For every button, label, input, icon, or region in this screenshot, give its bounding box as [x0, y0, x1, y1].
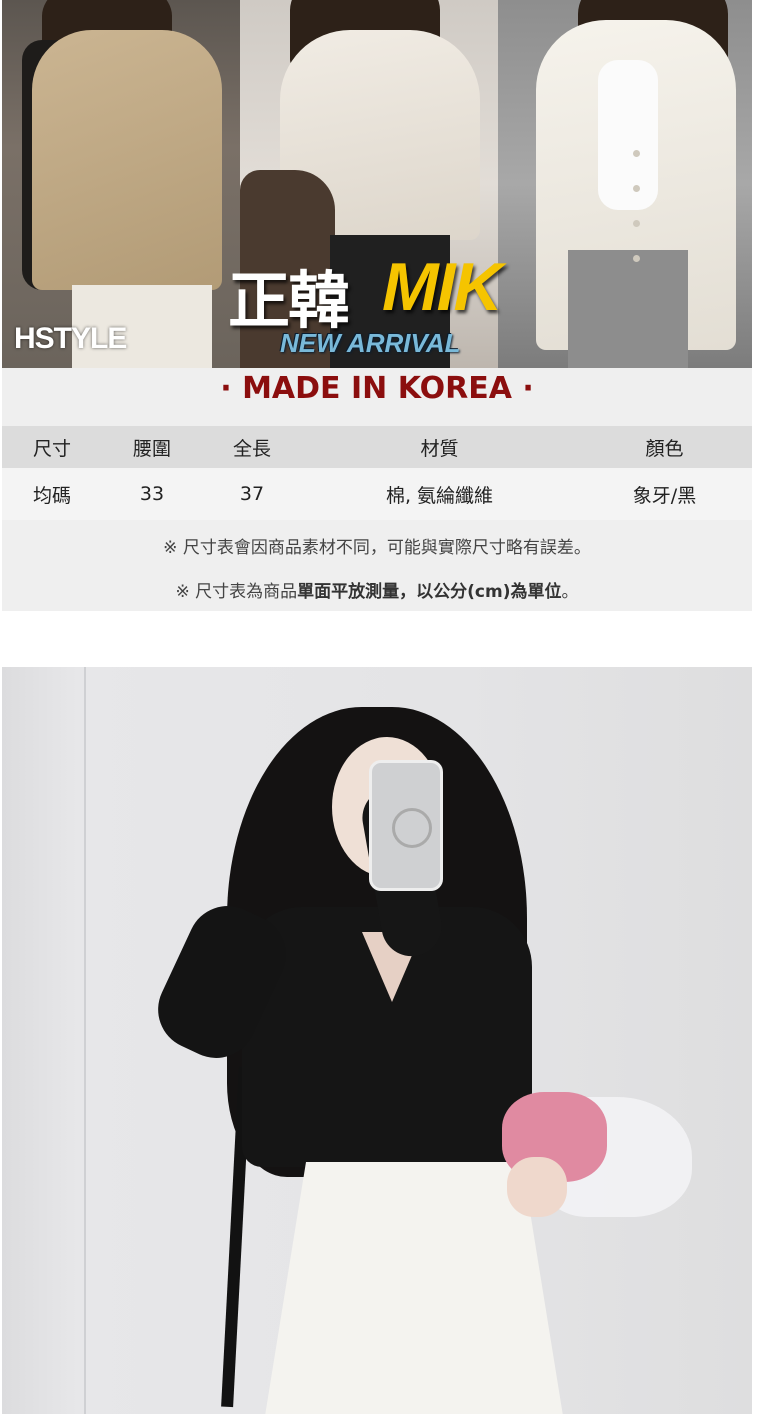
header-waist: 腰圍	[102, 426, 202, 468]
table-row: 均碼 33 37 棉, 氨綸纖維 象牙/黑	[2, 468, 752, 520]
photo-beige-vest	[2, 0, 240, 368]
banner-subtitle: NEW ARRIVAL	[280, 328, 461, 358]
banner-title-zh: 正韓	[228, 264, 350, 337]
cell-length: 37	[202, 468, 302, 520]
note-tolerance: ※ 尺寸表會因商品素材不同，可能與實際尺寸略有誤差。	[163, 538, 591, 558]
brand-logo: HSTYLE	[14, 322, 127, 355]
banner-title-en: MIK	[382, 249, 503, 325]
photo-ivory-cardigan	[498, 0, 752, 368]
cell-waist: 33	[102, 468, 202, 520]
note-measurement-suffix: 。	[561, 582, 579, 602]
note-measurement: ※ 尺寸表為商品單面平放測量，以公分(cm)為單位。	[2, 577, 752, 602]
table-header-row: 尺寸 腰圍 全長 材質 顏色	[2, 426, 752, 468]
cell-size: 均碼	[2, 468, 102, 520]
product-detail: HSTYLE 正韓 MIK NEW ARRIVAL · MADE IN KORE…	[2, 0, 752, 611]
header-length: 全長	[202, 426, 302, 468]
header-material: 材質	[302, 426, 577, 468]
model-photo	[2, 667, 752, 1414]
cell-color: 象牙/黑	[577, 468, 752, 520]
cell-material: 棉, 氨綸纖維	[302, 468, 577, 520]
header-color: 顏色	[577, 426, 752, 468]
header-size: 尺寸	[2, 426, 102, 468]
phone-image	[369, 760, 443, 891]
size-spec-table: 尺寸 腰圍 全長 材質 顏色 均碼 33 37 棉, 氨綸纖維 象牙/黑	[2, 426, 752, 520]
note-measurement-prefix: ※ 尺寸表為商品	[175, 582, 298, 602]
note-measurement-bold: 單面平放測量，以公分(cm)為單位	[297, 582, 562, 602]
size-notes: ※ 尺寸表會因商品素材不同，可能與實際尺寸略有誤差。 ※ 尺寸表為商品單面平放測…	[2, 520, 752, 611]
made-in-korea-heading: · MADE IN KOREA ·	[2, 368, 752, 426]
hero-banner: HSTYLE 正韓 MIK NEW ARRIVAL	[2, 0, 752, 368]
